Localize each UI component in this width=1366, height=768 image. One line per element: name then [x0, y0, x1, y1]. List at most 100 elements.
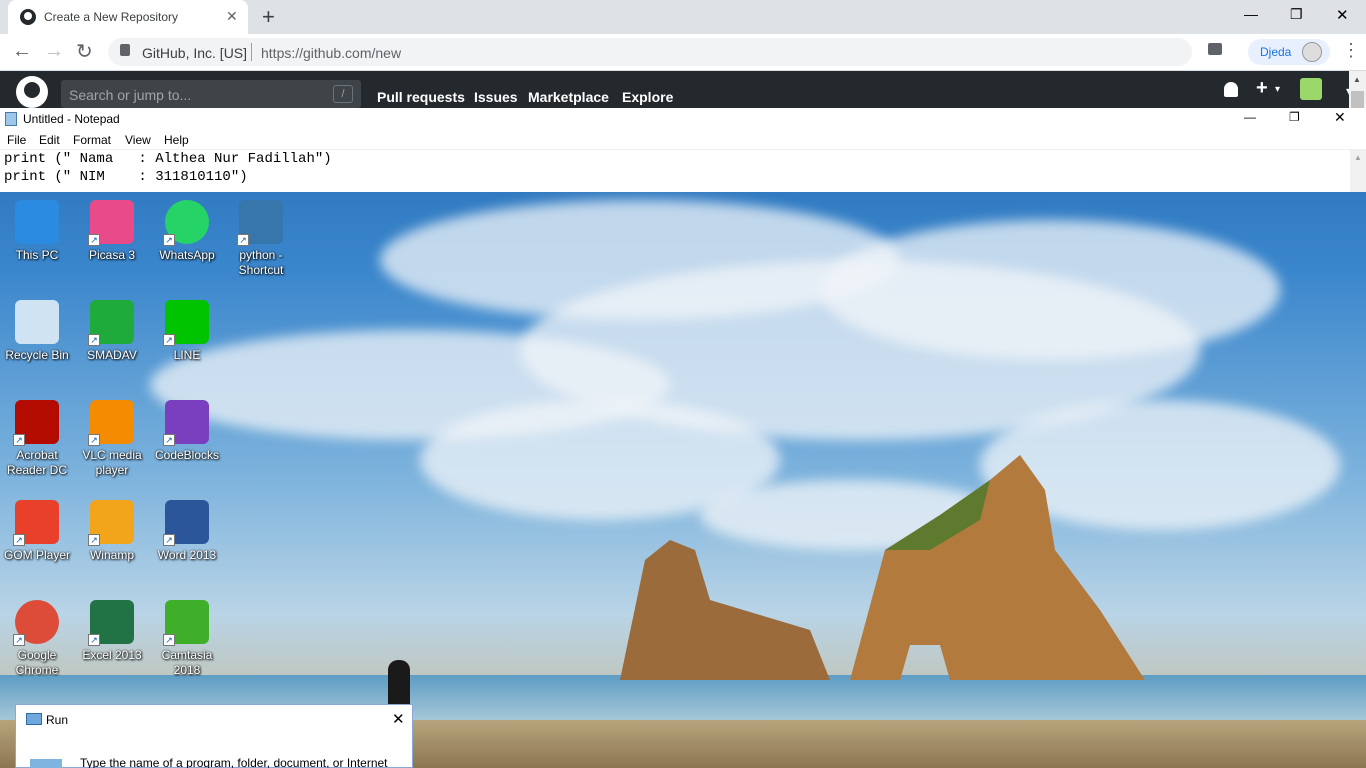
menu-edit[interactable]: Edit — [39, 133, 60, 147]
desktop-icon-label: CodeBlocks — [154, 448, 220, 462]
desktop-icon-label: Excel 2013 — [82, 648, 142, 662]
notepad-app-icon — [5, 112, 17, 126]
search-placeholder: Search or jump to... — [69, 87, 192, 103]
forward-arrow-icon[interactable]: → — [44, 40, 64, 63]
line-icon: ↗ — [163, 300, 209, 346]
recycle-bin-icon — [15, 300, 59, 344]
page-scrollbar[interactable]: ▲ — [1349, 71, 1366, 108]
create-caret-icon[interactable]: ▾ — [1275, 84, 1280, 95]
chrome-tab-strip: Create a New Repository ✕ + — ❐ ✕ — [0, 0, 1366, 34]
desktop-icon-label: GOM Player — [3, 548, 70, 562]
menu-format[interactable]: Format — [73, 133, 111, 147]
shortcut-arrow-icon: ↗ — [88, 434, 100, 446]
notepad-title-bar: Untitled - Notepad — ❐ ✕ — [0, 108, 1366, 130]
nav-issues[interactable]: Issues — [474, 89, 518, 105]
avatar — [1302, 42, 1322, 62]
chrome-menu-icon[interactable]: ⋮ — [1342, 40, 1360, 61]
notepad-restore-button[interactable]: ❐ — [1289, 110, 1300, 124]
desktop-icon[interactable]: ↗ python - Shortcut — [224, 194, 298, 278]
desktop-icon[interactable]: ↗ Camtasia 2018 — [150, 594, 224, 678]
desktop-icon[interactable]: ↗ LINE — [150, 294, 224, 363]
notification-bell-icon[interactable] — [1224, 82, 1238, 97]
github-avatar[interactable] — [1300, 78, 1322, 100]
github-search-input[interactable]: Search or jump to... / — [61, 80, 361, 108]
desktop-icon-label: Picasa 3 — [88, 248, 136, 262]
whatsapp-icon: ↗ — [163, 200, 209, 246]
nav-explore[interactable]: Explore — [622, 89, 673, 105]
camtasia-icon: ↗ — [163, 600, 209, 646]
github-logo-icon[interactable] — [16, 76, 48, 108]
smadav-icon: ↗ — [88, 300, 134, 346]
profile-name: Djeda — [1260, 45, 1292, 59]
create-new-plus-icon[interactable]: + — [1256, 77, 1268, 100]
desktop-icon-label: WhatsApp — [159, 248, 215, 262]
menu-view[interactable]: View — [125, 133, 151, 147]
run-close-button[interactable]: ✕ — [392, 710, 405, 728]
notepad-scrollbar[interactable]: ▲ — [1350, 150, 1366, 192]
run-title: Run — [46, 713, 69, 727]
cast-extension-icon[interactable] — [1208, 43, 1222, 55]
shortcut-arrow-icon: ↗ — [13, 534, 25, 546]
desktop-icon[interactable]: ↗ Word 2013 — [150, 494, 224, 563]
restore-button[interactable]: ❐ — [1290, 6, 1303, 23]
sea-rocks — [620, 455, 1145, 680]
shortcut-arrow-icon: ↗ — [88, 634, 100, 646]
run-app-icon — [26, 713, 42, 725]
desktop-icon[interactable]: ↗ Acrobat Reader DC — [0, 394, 74, 478]
desktop-icon-label: python - Shortcut — [238, 248, 284, 277]
menu-help[interactable]: Help — [164, 133, 189, 147]
computer-icon — [15, 200, 59, 244]
desktop-icon[interactable]: ↗ WhatsApp — [150, 194, 224, 263]
scroll-up-arrow-icon[interactable]: ▲ — [1353, 75, 1361, 84]
python-icon: ↗ — [237, 200, 283, 246]
close-button[interactable]: ✕ — [1336, 6, 1349, 24]
desktop-icon-label: Recycle Bin — [5, 348, 69, 362]
site-identity: GitHub, Inc. [US] — [142, 45, 248, 61]
codeblocks-icon: ↗ — [163, 400, 209, 446]
notepad-menu-bar: File Edit Format View Help — [0, 130, 1366, 150]
desktop-icon-label: SMADAV — [87, 348, 137, 362]
notepad-title: Untitled - Notepad — [23, 112, 120, 126]
back-arrow-icon[interactable]: ← — [12, 40, 32, 63]
shortcut-arrow-icon: ↗ — [163, 634, 175, 646]
desktop-icon[interactable]: Recycle Bin — [0, 294, 74, 363]
notepad-close-button[interactable]: ✕ — [1334, 109, 1346, 126]
desktop-icon[interactable]: ↗ Picasa 3 — [75, 194, 149, 263]
desktop-icon[interactable]: ↗ Excel 2013 — [75, 594, 149, 663]
tab-close-icon[interactable]: ✕ — [226, 8, 238, 25]
desktop-icon-label: Google Chrome — [15, 648, 59, 677]
new-tab-button[interactable]: + — [262, 4, 275, 30]
tab-create-repository[interactable]: Create a New Repository ✕ — [8, 0, 248, 34]
nav-pull-requests[interactable]: Pull requests — [377, 89, 465, 105]
desktop-icon[interactable]: ↗ Winamp — [75, 494, 149, 563]
desktop-icon[interactable]: ↗ CodeBlocks — [150, 394, 224, 463]
desktop-icon[interactable]: ↗ Google Chrome — [0, 594, 74, 678]
notepad-minimize-button[interactable]: — — [1244, 110, 1256, 124]
tab-title: Create a New Repository — [44, 10, 179, 24]
shortcut-arrow-icon: ↗ — [88, 534, 100, 546]
gom-player-icon: ↗ — [13, 500, 59, 546]
nav-marketplace[interactable]: Marketplace — [528, 89, 609, 105]
github-favicon-icon — [20, 9, 36, 25]
shortcut-arrow-icon: ↗ — [237, 234, 249, 246]
scroll-thumb[interactable] — [1351, 91, 1364, 108]
url-divider — [251, 43, 252, 61]
notepad-scroll-up-icon[interactable]: ▲ — [1354, 153, 1362, 162]
profile-button[interactable]: Djeda — [1248, 39, 1330, 65]
reload-icon[interactable]: ↻ — [76, 39, 93, 64]
vlc-icon: ↗ — [88, 400, 134, 446]
menu-file[interactable]: File — [7, 133, 26, 147]
run-program-icon — [30, 759, 62, 768]
address-bar[interactable]: GitHub, Inc. [US] https://github.com/new — [108, 38, 1192, 66]
notepad-text-area[interactable]: print (" Nama : Althea Nur Fadillah") pri… — [0, 150, 1350, 192]
desktop-icon[interactable]: ↗ GOM Player — [0, 494, 74, 563]
minimize-button[interactable]: — — [1244, 6, 1258, 22]
desktop-icon[interactable]: ↗ VLC media player — [75, 394, 149, 478]
desktop-icon-label: Word 2013 — [157, 548, 217, 562]
search-shortcut-key: / — [333, 85, 353, 103]
chrome-icon: ↗ — [13, 600, 59, 646]
desktop-icon[interactable]: This PC — [0, 194, 74, 263]
desktop-icon-label: This PC — [15, 248, 59, 262]
acrobat-icon: ↗ — [13, 400, 59, 446]
desktop-icon[interactable]: ↗ SMADAV — [75, 294, 149, 363]
